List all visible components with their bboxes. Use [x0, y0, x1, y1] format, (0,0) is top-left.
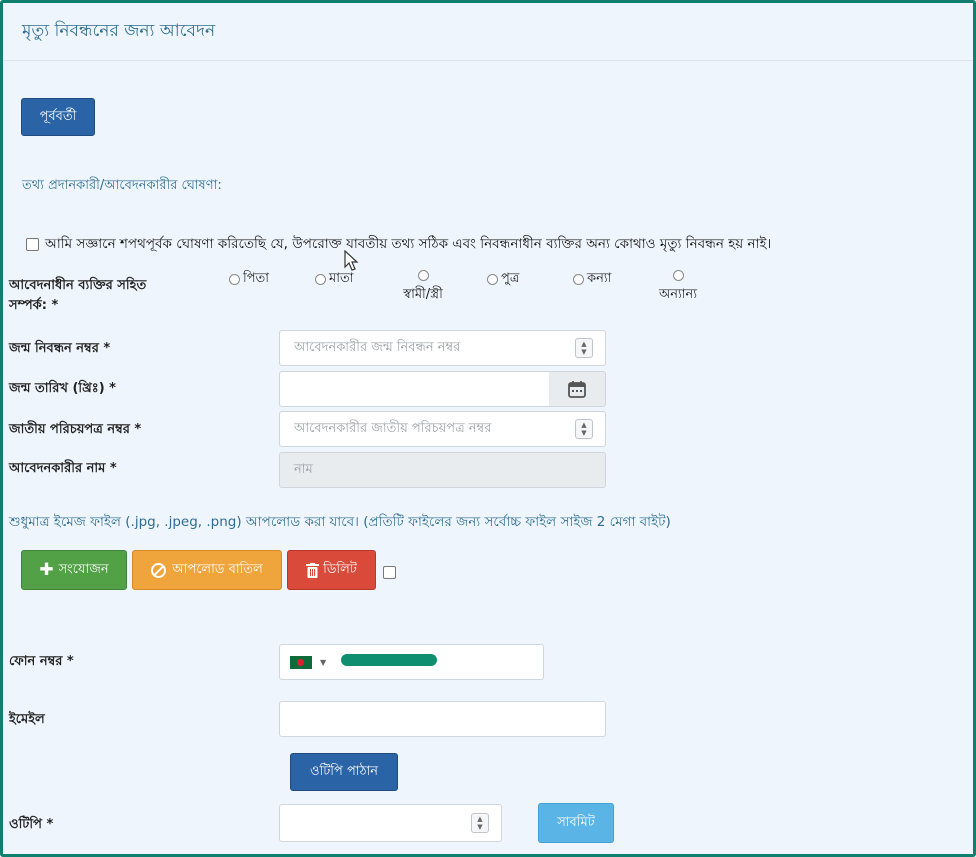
- divider: [4, 60, 972, 61]
- bangladesh-flag-icon[interactable]: [290, 655, 312, 669]
- relation-option-daughter[interactable]: কন্যা: [573, 269, 611, 290]
- relation-option-label: অন্যান্য: [658, 287, 698, 302]
- upload-note: শুধুমাত্র ইমেজ ফাইল (.jpg, .jpeg, .png) …: [9, 514, 671, 530]
- dob-label: জন্ম তারিখ (খ্রিঃ) *: [9, 381, 116, 396]
- relation-option-label: কন্যা: [587, 271, 612, 286]
- applicant-name-placeholder: নাম: [294, 461, 313, 477]
- delete-label: ডিলিট: [323, 561, 357, 577]
- birth-reg-placeholder: আবেদনকারীর জন্ম নিবন্ধন নম্বর: [294, 339, 461, 355]
- radio-daughter[interactable]: [573, 274, 584, 285]
- radio-mother[interactable]: [315, 274, 326, 285]
- otp-label: ওটিপি *: [9, 817, 54, 832]
- relation-option-mother[interactable]: মাতা: [315, 269, 354, 290]
- page-title: মৃত্যু নিবন্ধনের জন্য আবেদন: [22, 21, 216, 41]
- select-all-files-checkbox[interactable]: [383, 566, 396, 579]
- delete-button[interactable]: ডিলিট: [287, 550, 376, 590]
- previous-button[interactable]: পূর্ববর্তী: [21, 98, 95, 136]
- calendar-icon: [568, 381, 586, 398]
- cancel-upload-label: আপলোড বাতিল: [172, 561, 263, 577]
- relation-option-other[interactable]: অন্যান্য: [646, 268, 710, 306]
- email-label: ইমেইল: [9, 712, 45, 727]
- dob-input[interactable]: [279, 371, 550, 407]
- email-input[interactable]: [279, 701, 606, 737]
- nid-input[interactable]: আবেদনকারীর জাতীয় পরিচয়পত্র নম্বর ▲ ▼: [279, 411, 606, 447]
- declaration-checkbox[interactable]: [26, 238, 39, 251]
- add-file-label: সংযোজন: [58, 561, 109, 577]
- phone-label: ফোন নম্বর *: [9, 654, 74, 669]
- relation-option-label: মাতা: [329, 271, 354, 286]
- declaration-row: আমি সজ্ঞানে শপথপূর্বক ঘোষণা করিতেছি যে, …: [26, 233, 771, 256]
- relation-option-label: পিতা: [243, 271, 270, 286]
- relation-option-label: পুত্র: [501, 271, 520, 286]
- number-spinner-icon[interactable]: ▲ ▼: [575, 419, 593, 439]
- birth-reg-label: জন্ম নিবন্ধন নম্বর *: [9, 341, 111, 356]
- submit-button[interactable]: সাবমিট: [538, 803, 614, 843]
- relation-label-line2: সম্পর্ক: *: [9, 298, 59, 313]
- chevron-down-icon[interactable]: ▼: [320, 658, 326, 667]
- nid-placeholder: আবেদনকারীর জাতীয় পরিচয়পত্র নম্বর: [294, 420, 492, 436]
- relation-option-father[interactable]: পিতা: [229, 269, 269, 290]
- add-file-button[interactable]: ✚ সংযোজন: [21, 550, 127, 590]
- relation-option-spouse[interactable]: স্বামী/স্ত্রী: [387, 268, 459, 306]
- declaration-section-label: তথ্য প্রদানকারী/আবেদনকারীর ঘোষণা:: [22, 178, 222, 193]
- radio-son[interactable]: [487, 274, 498, 285]
- ban-icon: [151, 562, 167, 578]
- plus-icon: ✚: [39, 560, 54, 580]
- relation-option-son[interactable]: পুত্র: [487, 269, 519, 290]
- number-spinner-icon[interactable]: ▲ ▼: [575, 338, 593, 358]
- radio-spouse[interactable]: [417, 270, 429, 281]
- applicant-name-label: আবেদনকারীর নাম *: [9, 461, 117, 476]
- nid-label: জাতীয় পরিচয়পত্র নম্বর *: [9, 422, 142, 437]
- declaration-text: আমি সজ্ঞানে শপথপূর্বক ঘোষণা করিতেছি যে, …: [45, 236, 772, 252]
- otp-input[interactable]: ▲ ▼: [279, 804, 502, 842]
- radio-father[interactable]: [229, 274, 240, 285]
- relation-label-line1: আবেদনাধীন ব্যক্তির সহিত: [9, 278, 147, 293]
- masked-phone-number: [341, 654, 437, 666]
- applicant-name-input: নাম: [279, 452, 606, 488]
- relation-option-label: স্বামী/স্ত্রী: [403, 287, 443, 302]
- cancel-upload-button[interactable]: আপলোড বাতিল: [132, 550, 282, 590]
- trash-icon: [306, 562, 320, 578]
- send-otp-button[interactable]: ওটিপি পাঠান: [290, 753, 398, 791]
- number-spinner-icon[interactable]: ▲ ▼: [471, 813, 489, 833]
- relation-label: আবেদনাধীন ব্যক্তির সহিত সম্পর্ক: *: [9, 276, 146, 316]
- calendar-button[interactable]: [549, 371, 606, 407]
- birth-reg-input[interactable]: আবেদনকারীর জন্ম নিবন্ধন নম্বর ▲ ▼: [279, 330, 606, 366]
- radio-other[interactable]: [672, 270, 684, 281]
